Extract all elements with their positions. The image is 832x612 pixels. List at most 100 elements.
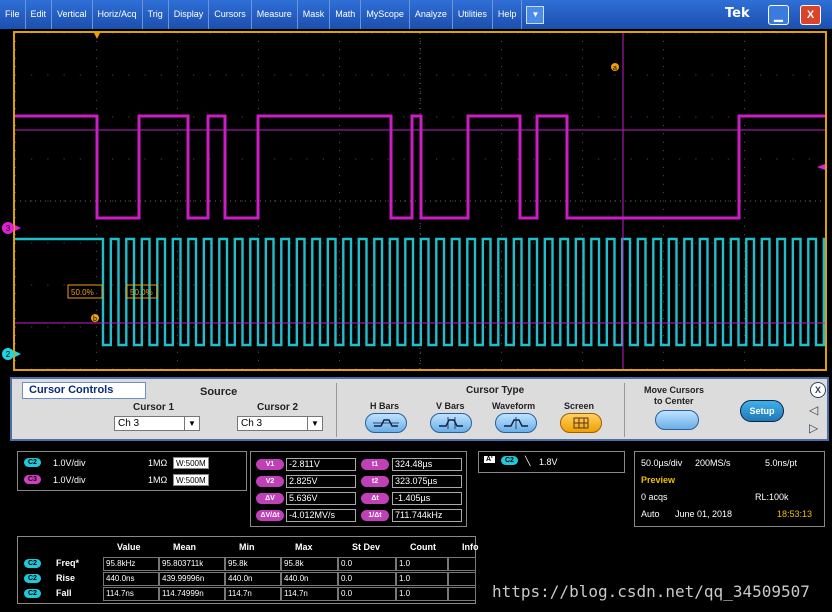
- table-cell: [448, 572, 476, 586]
- ch3-marker-label: 3: [6, 224, 11, 233]
- cursor-controls-panel: Cursor Controls Source Cursor 1 Ch 3 ▼ C…: [10, 377, 829, 441]
- hbars-button[interactable]: [365, 413, 407, 433]
- menu-analyze[interactable]: Analyze: [410, 0, 453, 29]
- menu-cursors[interactable]: Cursors: [209, 0, 252, 29]
- row-channel-badge: C2: [24, 589, 41, 598]
- dv-badge: ΔV: [256, 493, 284, 504]
- source-label: Source: [200, 386, 238, 398]
- table-cell: 95.8kHz: [103, 557, 159, 571]
- setup-button[interactable]: Setup: [740, 400, 784, 422]
- table-cell: 95.8k: [225, 557, 281, 571]
- ch2-bandwidth: W:500M: [173, 457, 209, 469]
- vbars-label: V Bars: [436, 401, 465, 411]
- menu-horiz-acq[interactable]: Horiz/Acq: [93, 0, 143, 29]
- cursor2-value: Ch 3: [241, 418, 263, 429]
- trigger-readout[interactable]: A' C2 ╲ 1.8V: [478, 451, 625, 473]
- menu-help[interactable]: Help: [493, 0, 523, 29]
- close-button[interactable]: X: [800, 5, 821, 25]
- acq-mode: Preview: [641, 475, 676, 485]
- table-cell: 440.0n: [225, 572, 281, 586]
- screen-button[interactable]: [560, 413, 602, 433]
- cursor1-value: Ch 3: [118, 418, 140, 429]
- table-cell: 1.0: [396, 587, 448, 601]
- table-header: Info: [462, 542, 479, 552]
- cursor1-select[interactable]: Ch 3 ▼: [114, 416, 200, 431]
- t1-badge: t1: [361, 459, 389, 470]
- chevron-down-icon[interactable]: ▼: [526, 5, 545, 24]
- table-cell: 0.0: [338, 557, 396, 571]
- table-header: Value: [117, 542, 141, 552]
- waveform-display: a b 50.0% 50.0%: [15, 33, 825, 369]
- screen-grid-icon: [573, 417, 589, 429]
- move-cursors-button[interactable]: [655, 410, 699, 430]
- acq-count: 0 acqs: [641, 492, 668, 502]
- menu-edit[interactable]: Edit: [26, 0, 53, 29]
- table-cell: 114.7n: [225, 587, 281, 601]
- panel-back-icon[interactable]: ◁: [809, 403, 818, 417]
- waveform-label: Waveform: [492, 401, 536, 411]
- menu-myscope[interactable]: MyScope: [361, 0, 410, 29]
- menu-file[interactable]: File: [0, 0, 26, 29]
- table-cell: 114.7ns: [103, 587, 159, 601]
- tek-logo: Tek: [725, 6, 750, 21]
- timebase: 50.0µs/div: [641, 458, 683, 468]
- close-icon: X: [806, 9, 815, 21]
- table-cell: 440.0n: [281, 572, 338, 586]
- table-header: Max: [295, 542, 313, 552]
- t2-badge: t2: [361, 476, 389, 487]
- menu-math[interactable]: Math: [330, 0, 362, 29]
- ch3-arrow-icon: [15, 225, 21, 231]
- ch2-badge: C2: [24, 458, 41, 467]
- menu-trig[interactable]: Trig: [143, 0, 169, 29]
- v1-badge: V1: [256, 459, 284, 470]
- cursor1-label: Cursor 1: [133, 402, 175, 413]
- cursor-controls-title: Cursor Controls: [22, 382, 146, 399]
- table-cell: 95.8k: [281, 557, 338, 571]
- waveform-button[interactable]: [495, 413, 537, 433]
- t2-value: 323.075µs: [392, 475, 462, 488]
- channel-readout[interactable]: C2 1.0V/div 1MΩ W:500M C3 1.0V/div 1MΩ W…: [17, 451, 247, 491]
- hbars-icon: [373, 419, 399, 427]
- record-length: RL:100k: [755, 492, 789, 502]
- chevron-down-icon: ▼: [184, 417, 199, 430]
- close-panel-icon[interactable]: X: [810, 382, 826, 398]
- measurement-name: Freq*: [56, 558, 80, 568]
- ch2-marker-label: 2: [6, 350, 11, 359]
- v1-value: -2.811V: [286, 458, 356, 471]
- table-cell: [448, 587, 476, 601]
- waveform-graticule[interactable]: a b 50.0% 50.0%: [13, 31, 827, 371]
- screen-label: Screen: [564, 401, 595, 411]
- table-cell: 114.74999n: [159, 587, 225, 601]
- dvdt-value: -4.012MV/s: [286, 509, 356, 522]
- trigger-position-icon: [94, 33, 100, 39]
- vbars-button[interactable]: [430, 413, 472, 433]
- table-cell: 1.0: [396, 572, 448, 586]
- dt-value: -1.405µs: [392, 492, 462, 505]
- menu-vertical[interactable]: Vertical: [52, 0, 93, 29]
- trigger-level-icon: [817, 164, 825, 170]
- menu-utilities[interactable]: Utilities: [453, 0, 493, 29]
- minimize-button[interactable]: ▁: [768, 5, 789, 25]
- time: 18:53:13: [777, 509, 813, 519]
- table-header: Min: [239, 542, 255, 552]
- menu-mask[interactable]: Mask: [298, 0, 331, 29]
- menu-measure[interactable]: Measure: [252, 0, 298, 29]
- measurement-table[interactable]: Value Mean Min Max St Dev Count Info C2 Freq* 95.…: [17, 536, 479, 604]
- ref-label-2: 50.0%: [130, 288, 153, 297]
- cursor2-label: Cursor 2: [257, 402, 299, 413]
- table-cell: 439.99996n: [159, 572, 225, 586]
- acquisition-readout[interactable]: 50.0µs/div 200MS/s 5.0ns/pt Preview 0 ac…: [634, 451, 825, 527]
- date: June 01, 2018: [675, 509, 733, 519]
- resolution: 5.0ns/pt: [765, 458, 798, 468]
- menu-display[interactable]: Display: [169, 0, 210, 29]
- cursor-readout[interactable]: V1 -2.811V V2 2.825V ΔV 5.636V ΔV/Δt -4.…: [250, 451, 467, 527]
- table-header: Mean: [173, 542, 197, 552]
- divider: [336, 383, 337, 437]
- row-channel-badge: C2: [24, 574, 41, 583]
- panel-forward-icon[interactable]: ▷: [809, 421, 818, 435]
- trigger-slope-icon: ╲: [525, 456, 531, 466]
- dt-badge: Δt: [361, 493, 389, 504]
- ch2-scale: 1.0V/div: [53, 458, 86, 468]
- cursor2-select[interactable]: Ch 3 ▼: [237, 416, 323, 431]
- chevron-down-icon: ▼: [307, 417, 322, 430]
